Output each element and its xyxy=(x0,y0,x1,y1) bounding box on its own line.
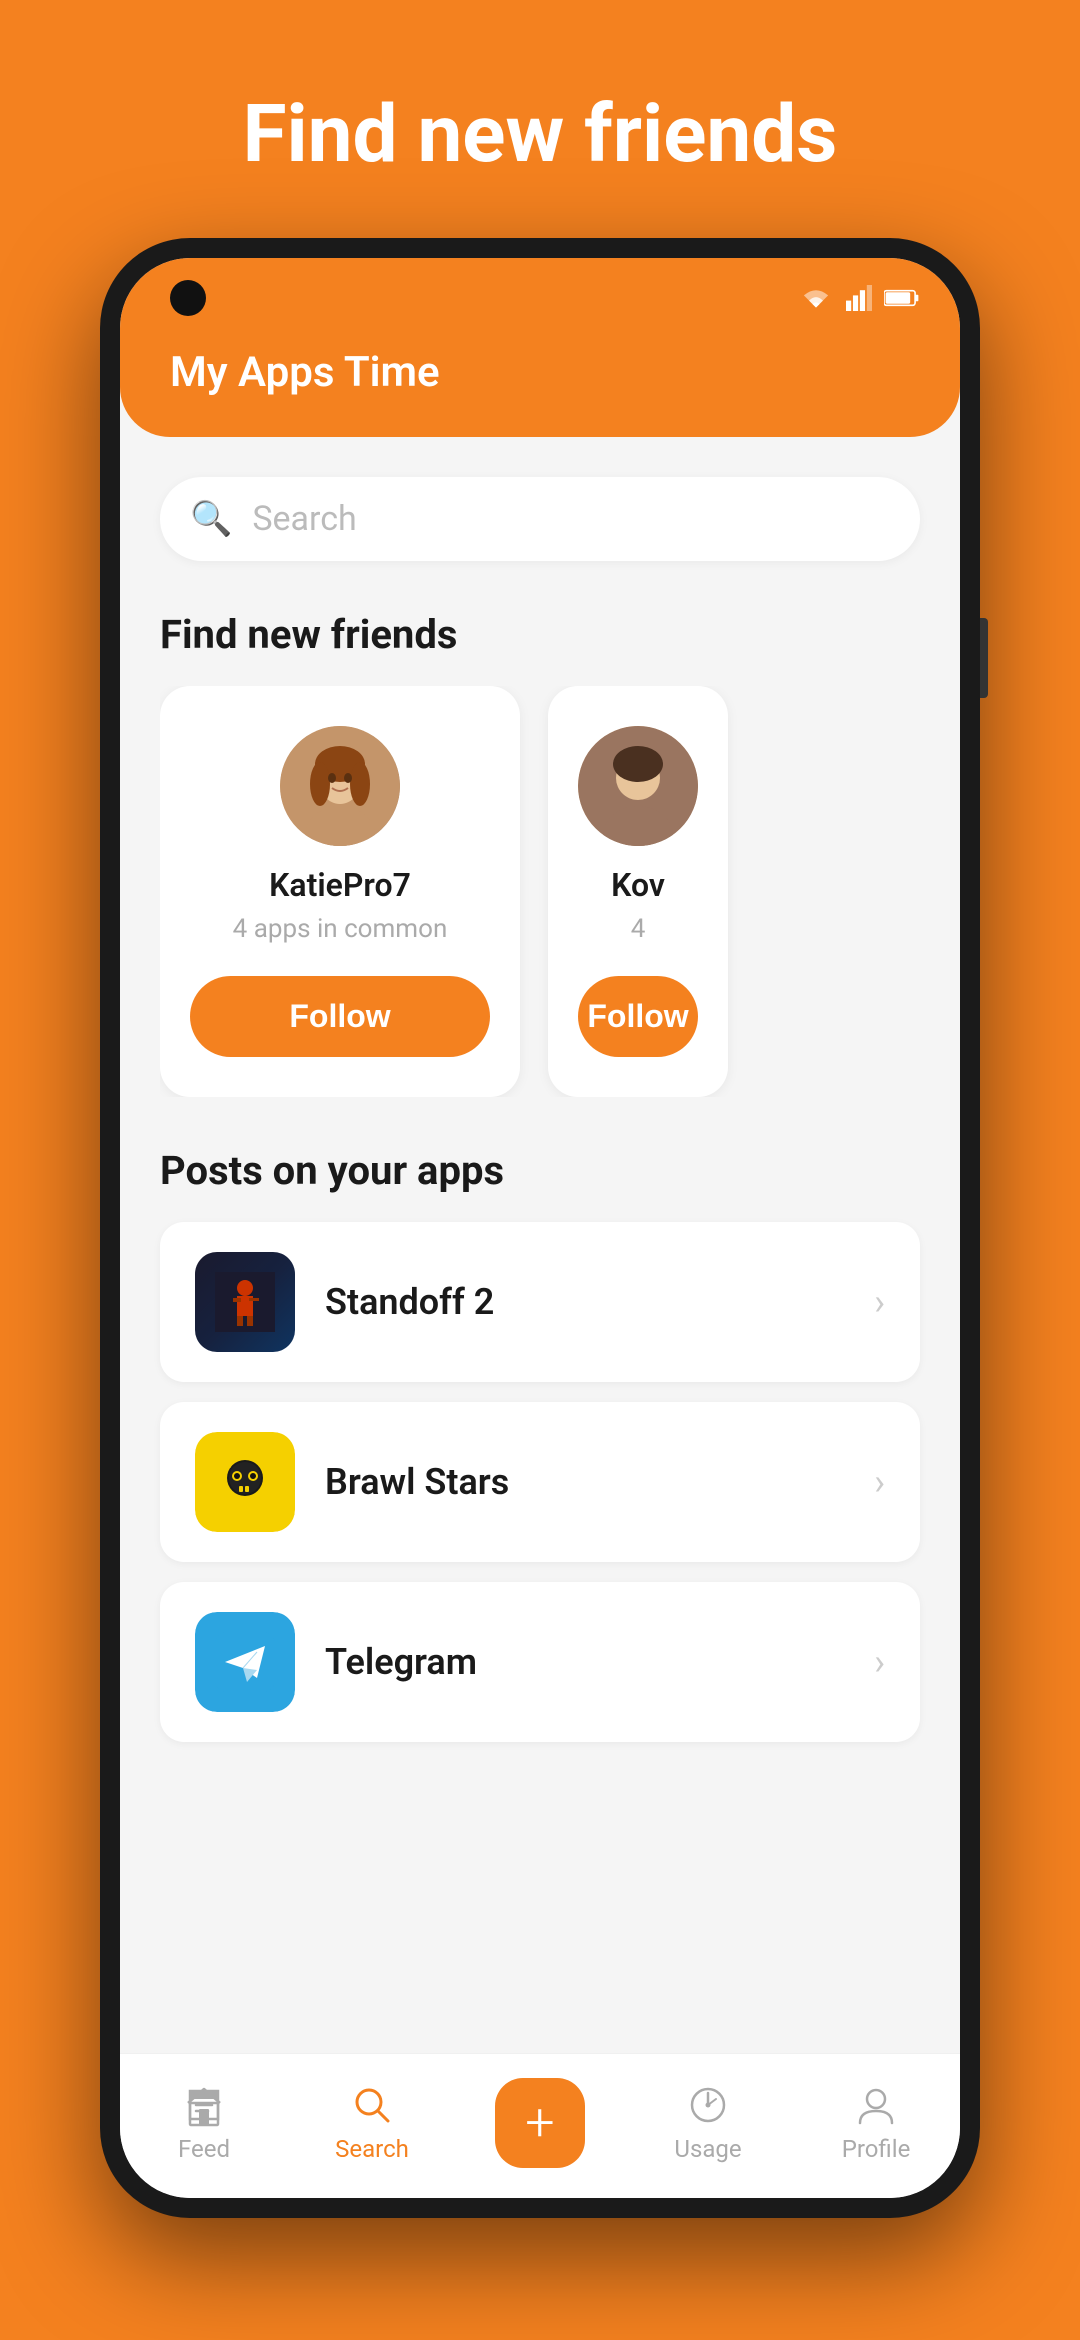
posts-section-title: Posts on your apps xyxy=(160,1147,920,1194)
friend-common-1: 4 apps in common xyxy=(233,914,448,944)
friend-avatar-1 xyxy=(280,726,400,846)
battery-icon xyxy=(884,287,920,309)
phone-screen: My Apps Time 🔍 Search Find new friends xyxy=(120,258,960,2198)
search-bar[interactable]: 🔍 Search xyxy=(160,477,920,561)
usage-icon xyxy=(686,2083,730,2127)
wifi-icon xyxy=(798,285,834,311)
app-icon-telegram-wrapper xyxy=(195,1612,295,1712)
phone-top-bar xyxy=(120,258,960,338)
nav-item-search[interactable]: Search xyxy=(288,2083,456,2163)
phone-frame: My Apps Time 🔍 Search Find new friends xyxy=(100,238,980,2218)
bottom-nav: Feed Search + xyxy=(120,2053,960,2198)
standoff-icon-svg xyxy=(215,1272,275,1332)
nav-label-search: Search xyxy=(335,2135,409,2163)
feed-icon xyxy=(182,2083,226,2127)
app-name-standoff: Standoff 2 xyxy=(325,1281,874,1323)
camera-hole xyxy=(170,280,206,316)
nav-item-usage[interactable]: Usage xyxy=(624,2083,792,2163)
hero-title: Find new friends xyxy=(243,90,838,178)
app-name-telegram: Telegram xyxy=(325,1641,874,1683)
nav-label-feed: Feed xyxy=(178,2135,230,2163)
profile-icon xyxy=(854,2083,898,2127)
telegram-icon-svg xyxy=(215,1632,275,1692)
friend-name-1: KatiePro7 xyxy=(269,866,411,904)
chevron-telegram: › xyxy=(874,1641,885,1683)
friend-avatar-2 xyxy=(578,726,698,846)
friend-card-2[interactable]: Kov 4 Follow xyxy=(548,686,728,1097)
app-item-standoff[interactable]: Standoff 2 › xyxy=(160,1222,920,1382)
nav-label-profile: Profile xyxy=(842,2135,911,2163)
find-friends-section: Find new friends xyxy=(160,611,920,1097)
app-item-telegram[interactable]: Telegram › xyxy=(160,1582,920,1742)
friend-name-2: Kov xyxy=(611,866,665,904)
brawl-icon-svg xyxy=(215,1452,275,1512)
nav-item-add[interactable]: + xyxy=(456,2078,624,2168)
search-nav-icon xyxy=(350,2083,394,2127)
chevron-brawl: › xyxy=(874,1461,885,1503)
nav-item-profile[interactable]: Profile xyxy=(792,2083,960,2163)
search-placeholder: Search xyxy=(252,499,356,539)
friends-cards: KatiePro7 4 apps in common Follow xyxy=(160,686,920,1097)
chevron-standoff: › xyxy=(874,1281,885,1323)
friend-card-1[interactable]: KatiePro7 4 apps in common Follow xyxy=(160,686,520,1097)
search-icon: 🔍 xyxy=(190,499,232,539)
posts-section: Posts on your apps xyxy=(160,1147,920,1792)
app-icon-brawl-wrapper xyxy=(195,1432,295,1532)
app-icon-standoff-wrapper xyxy=(195,1252,295,1352)
screen-content[interactable]: 🔍 Search Find new friends xyxy=(120,437,960,2053)
nav-label-usage: Usage xyxy=(674,2135,741,2163)
app-name-brawl: Brawl Stars xyxy=(325,1461,874,1503)
follow-button-2[interactable]: Follow xyxy=(578,976,698,1057)
add-button[interactable]: + xyxy=(495,2078,585,2168)
follow-button-1[interactable]: Follow xyxy=(190,976,490,1057)
friend-common-2: 4 xyxy=(631,914,646,944)
find-friends-title: Find new friends xyxy=(160,611,920,658)
avatar-svg-2 xyxy=(578,726,698,846)
app-item-brawl[interactable]: Brawl Stars › xyxy=(160,1402,920,1562)
nav-item-feed[interactable]: Feed xyxy=(120,2083,288,2163)
signal-icon xyxy=(846,285,872,311)
avatar-svg-1 xyxy=(280,726,400,846)
app-title: My Apps Time xyxy=(170,348,440,397)
plus-icon: + xyxy=(525,2097,554,2149)
app-header: My Apps Time xyxy=(120,338,960,437)
